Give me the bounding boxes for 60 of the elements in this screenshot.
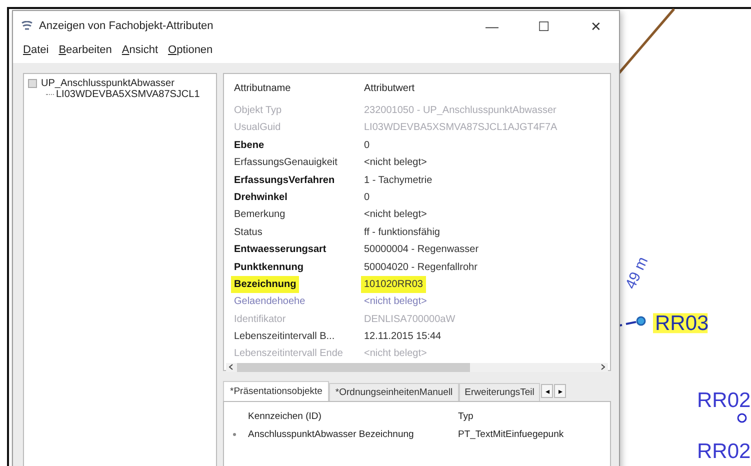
attribute-name: Lebenszeitintervall Ende [234,347,344,362]
point-symbol [737,413,747,423]
attribute-name: Identifikator [234,312,287,327]
column-header[interactable]: Kennzeichen (ID) [248,408,458,426]
row-marker-icon [232,432,237,438]
table-cell-text: AnschlusspunktAbwasser Bezeichnung [248,428,415,442]
attribute-value: <nicht belegt> [364,156,428,170]
attribute-value: LI03WDEVBA5XSMVA87SJCL1AJGT4F7A [364,121,558,136]
attribute-value: 0 [364,190,371,205]
attribute-value: <nicht belegt> [364,347,428,362]
column-header[interactable]: Attributname [234,80,364,102]
tree-item[interactable]: UP_AnschlusspunktAbwasser [41,78,174,89]
attribute-value: DENLISA700000aW [364,312,456,327]
attribute-name: Status [234,226,264,240]
attribute-name: Gelaendehoehe [234,295,306,310]
menu-item[interactable]: Datei [23,43,49,57]
attribute-name: UsualGuid [234,121,282,136]
attribute-name: Drehwinkel [234,190,288,205]
attribute-value: 101020RR03 [361,276,426,294]
horizontal-scrollbar[interactable] [226,362,608,372]
scroll-right-button[interactable]: ▸ [554,384,566,398]
column-header[interactable]: Typ [458,408,610,426]
window-title: Anzeigen von Fachobjekt-Attributen [39,20,214,32]
tab[interactable]: *OrdnungseinheitenManuell [329,383,459,401]
attribute-name: ErfassungsVerfahren [234,174,336,188]
distance-label: 49 m [622,254,652,292]
menu-item[interactable]: Ansicht [122,43,158,57]
attribute-value: 50004020 - Regenfallrohr [364,260,478,275]
attribute-value: ff - funktionsfähig [364,226,441,240]
table-cell-text: PT_TextMitEinfuegepunk [458,428,565,442]
scroll-right-icon[interactable] [601,364,605,370]
close-button[interactable]: ✕ [573,11,619,41]
attribute-name: Bezeichnung [231,276,300,294]
tab[interactable]: *Präsentationsobjekte [223,381,330,401]
column-header[interactable]: Attributwert [364,80,610,102]
attribute-name: Bemerkung [234,208,286,222]
attribute-value: 232001050 - UP_AnschlusspunktAbwasser [364,104,558,118]
scroll-left-button[interactable]: ◂ [541,384,554,398]
app-icon [21,21,33,31]
attribute-value: <nicht belegt> [364,208,428,222]
attribute-name: Ebene [234,138,266,153]
attribute-name: Objekt Typ [234,104,283,118]
attribute-name: Entwaesserungsart [234,243,328,258]
attribute-name: ErfassungsGenauigkeit [234,156,338,170]
menu-item[interactable]: Optionen [168,43,213,57]
attribute-value: 12.11.2015 15:44 [364,330,442,344]
point-label: RR02 [697,389,751,412]
attribute-value: 50000004 - Regenwasser [364,243,480,258]
minimize-button[interactable]: — [469,11,515,41]
menu-item[interactable]: Bearbeiten [58,43,112,57]
attribute-name: Lebenszeitintervall B... [234,330,336,344]
attribute-value: <nicht belegt> [364,295,428,310]
point-label: RR02 [697,440,751,463]
attribute-value: 1 - Tachymetrie [364,174,434,188]
tab[interactable]: ErweiterungsTeil [458,383,540,401]
tree-item[interactable]: LI03WDEVBA5XSMVA87SJCL1 [56,89,200,100]
attribute-name: Punktkennung [234,260,304,275]
attribute-value: 0 [364,138,371,153]
maximize-button[interactable]: ☐ [521,11,567,41]
scroll-left-icon[interactable] [229,364,233,370]
